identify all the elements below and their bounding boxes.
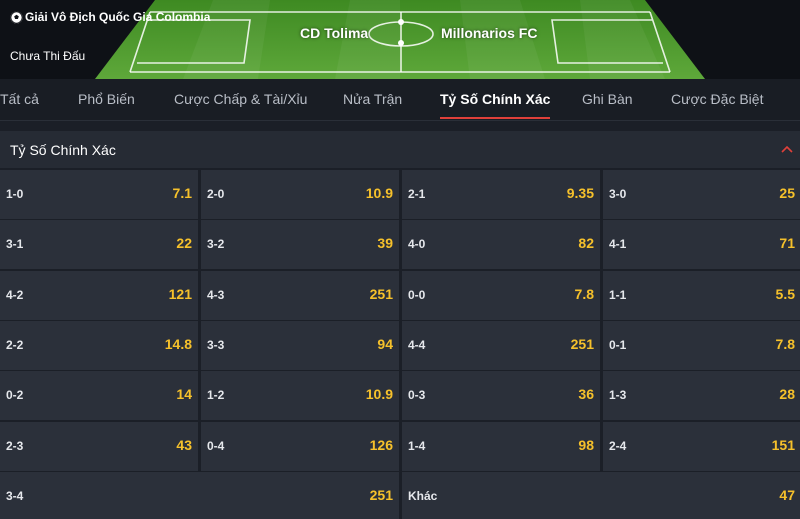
odds-cell[interactable]: 3-1 22 (0, 220, 198, 270)
score-label: 0-1 (609, 337, 627, 352)
score-label: 0-0 (408, 287, 426, 302)
score-label: 3-2 (207, 237, 225, 252)
score-label: 0-4 (207, 438, 225, 453)
odds-cell[interactable]: 4-1 71 (603, 220, 800, 270)
odds-cell[interactable]: 3-0 25 (603, 170, 800, 219)
odd-value: 251 (369, 486, 393, 503)
odd-value: 9.35 (566, 185, 594, 201)
odds-cell[interactable]: 0-0 7.8 (402, 270, 600, 320)
tab-popular[interactable]: Phổ Biến (78, 79, 135, 121)
odds-cell[interactable]: 3-3 94 (201, 320, 399, 370)
tab-handicap-over-under[interactable]: Cược Chấp & Tài/Xỉu (174, 79, 307, 121)
score-label: 4-0 (408, 237, 426, 252)
market-tabs: Tất cả Phổ Biến Cược Chấp & Tài/Xỉu Nửa … (0, 79, 800, 121)
odd-value: 98 (578, 436, 594, 453)
score-label: 1-0 (6, 187, 24, 201)
odds-cell[interactable]: 1-0 7.1 (0, 170, 198, 219)
odd-value: 10.9 (365, 185, 393, 201)
odd-value: 14 (176, 386, 192, 403)
odds-cell[interactable]: 0-4 126 (201, 421, 399, 471)
odd-value: 22 (176, 235, 192, 252)
score-label: 2-2 (6, 337, 24, 352)
odds-cell[interactable]: 1-1 5.5 (603, 270, 800, 320)
tab-half-time[interactable]: Nửa Trận (343, 79, 402, 121)
odd-value: 121 (168, 285, 192, 302)
odd-value: 47 (779, 486, 795, 503)
score-label: 0-2 (6, 388, 24, 403)
odd-value: 36 (578, 386, 594, 403)
score-label: 1-2 (207, 388, 225, 403)
odd-value: 7.1 (172, 185, 192, 201)
score-label: 0-3 (408, 388, 426, 403)
odds-cell[interactable]: 2-2 14.8 (0, 320, 198, 370)
score-label: Khác (408, 488, 438, 503)
odds-cell[interactable]: 0-1 7.8 (603, 320, 800, 370)
away-team-name: Millonarios FC (441, 25, 538, 41)
match-status: Chưa Thi Đấu (10, 49, 86, 63)
odds-cell[interactable]: 4-4 251 (402, 320, 600, 370)
odd-value: 43 (176, 436, 192, 453)
score-label: 2-1 (408, 187, 426, 201)
score-label: 2-4 (609, 438, 627, 453)
odd-value: 251 (369, 285, 393, 302)
score-label: 3-3 (207, 337, 225, 352)
odds-cell[interactable]: 0-3 36 (402, 371, 600, 421)
tab-goal-scorer[interactable]: Ghi Bàn (582, 79, 633, 121)
tab-all[interactable]: Tất cả (0, 79, 39, 121)
odd-value: 151 (771, 436, 795, 453)
league-name: Giải Vô Địch Quốc Gia Colombia (10, 10, 210, 24)
odds-cell[interactable]: 4-3 251 (201, 270, 399, 320)
score-label: 3-0 (609, 187, 627, 201)
odds-cell[interactable]: 2-4 151 (603, 421, 800, 471)
odd-value: 126 (369, 436, 393, 453)
odd-value: 28 (779, 386, 795, 403)
score-label: 4-3 (207, 287, 225, 302)
odds-cell[interactable]: 3-2 39 (201, 220, 399, 270)
chevron-up-icon[interactable] (781, 145, 793, 153)
odd-value: 39 (377, 235, 393, 252)
odd-value: 14.8 (164, 335, 192, 352)
tab-specials[interactable]: Cược Đặc Biệt (671, 79, 763, 121)
score-label: 3-1 (6, 237, 24, 252)
match-header: Giải Vô Địch Quốc Gia Colombia Chưa Thi … (0, 0, 800, 79)
odd-value: 82 (578, 235, 594, 252)
soccer-ball-icon (10, 10, 23, 24)
odds-cell[interactable]: 2-3 43 (0, 421, 198, 471)
tab-correct-score[interactable]: Tỷ Số Chính Xác (440, 79, 551, 121)
home-team-name: CD Tolima (300, 25, 369, 41)
score-label: 1-4 (408, 438, 426, 453)
score-label: 1-1 (609, 287, 627, 302)
score-label: 2-3 (6, 438, 24, 453)
odd-value: 251 (570, 335, 594, 352)
odds-cell[interactable]: 1-2 10.9 (201, 371, 399, 421)
odd-value: 7.8 (775, 335, 795, 352)
odds-cell[interactable]: 1-4 98 (402, 421, 600, 471)
odds-cell[interactable]: 1-3 28 (603, 371, 800, 421)
score-label: 3-4 (6, 488, 24, 503)
odd-value: 10.9 (365, 386, 393, 403)
score-label: 2-0 (207, 187, 225, 201)
odds-cell[interactable]: 2-0 10.9 (201, 170, 399, 219)
odd-value: 5.5 (775, 285, 795, 302)
section-title: Tỷ Số Chính Xác (10, 142, 116, 158)
correct-score-section-header[interactable]: Tỷ Số Chính Xác (0, 131, 800, 169)
score-label: 4-2 (6, 287, 24, 302)
league-label: Giải Vô Địch Quốc Gia Colombia (25, 10, 211, 24)
odds-cell[interactable]: 2-1 9.35 (402, 170, 600, 219)
odd-value: 7.8 (574, 285, 594, 302)
score-label: 4-1 (609, 237, 627, 252)
odd-value: 94 (377, 335, 393, 352)
odd-value: 25 (779, 185, 795, 201)
odds-cell[interactable]: 0-2 14 (0, 371, 198, 421)
odd-value: 71 (779, 235, 795, 252)
odds-cell[interactable]: 4-2 121 (0, 270, 198, 320)
odds-cell[interactable]: 4-0 82 (402, 220, 600, 270)
score-label: 1-3 (609, 388, 627, 403)
score-label: 4-4 (408, 337, 426, 352)
odds-cell[interactable]: 3-4 251 (0, 471, 399, 519)
odds-cell[interactable]: Khác 47 (402, 471, 800, 519)
